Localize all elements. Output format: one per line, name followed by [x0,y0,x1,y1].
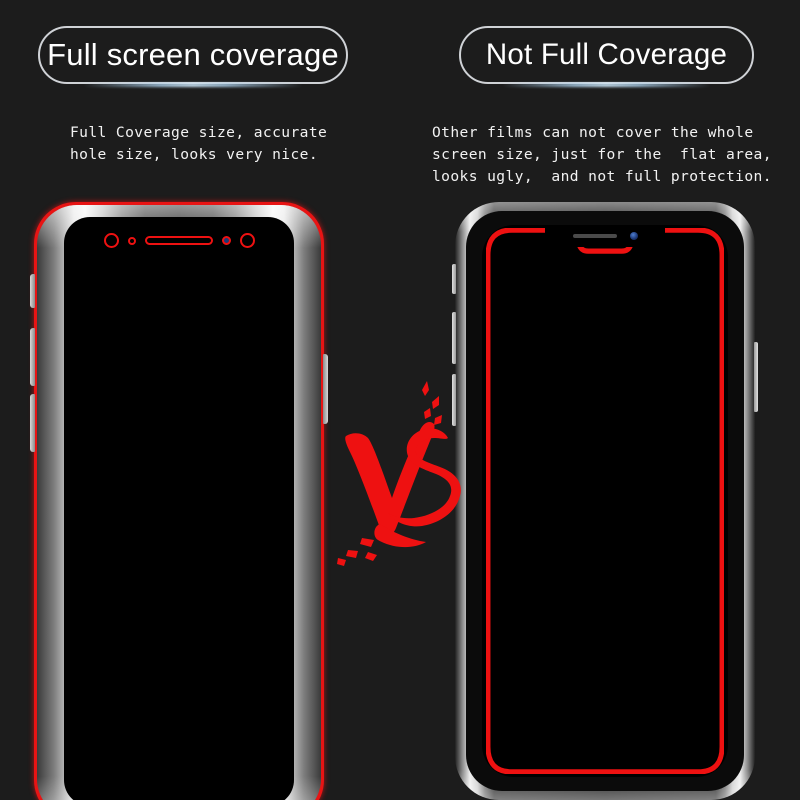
side-button-right-1[interactable] [323,354,328,424]
description-full-coverage: Full Coverage size, accurate hole size, … [70,124,328,163]
phone-not-full-coverage [452,202,758,800]
title-text-full-coverage: Full screen coverage [47,37,339,72]
title-text-not-full-coverage: Not Full Coverage [485,38,728,71]
sensor-dot-icon [127,236,136,245]
versus-mark [336,372,464,572]
side-button-left-1[interactable] [30,274,35,308]
sensor-cutout-cluster [64,233,294,248]
phone-full-coverage [30,202,328,800]
side-button-left-2[interactable] [452,312,456,364]
front-camera-icon [221,236,231,245]
earpiece-slot-icon [144,236,213,245]
sensor-ring-icon [239,233,255,248]
phone-screen-notched [482,225,728,777]
notch [545,225,665,247]
side-button-left-3[interactable] [30,394,35,452]
phone-screen-full [64,217,294,800]
title-pill-full-coverage: Full screen coverage [38,26,348,84]
sensor-ring-icon [103,233,119,248]
side-button-left-2[interactable] [30,328,35,386]
comparison-poster: Full screen coverage Not Full Coverage F… [0,0,800,800]
versus-brushstroke-icon [337,381,461,566]
side-button-left-1[interactable] [452,264,456,294]
front-camera-icon [629,232,638,240]
description-not-full-coverage: Other films can not cover the whole scre… [432,124,772,185]
side-button-right-1[interactable] [754,342,758,412]
title-pill-not-full-coverage: Not Full Coverage [459,26,754,84]
earpiece-speaker-icon [572,234,617,238]
phone-bezel [466,211,744,791]
